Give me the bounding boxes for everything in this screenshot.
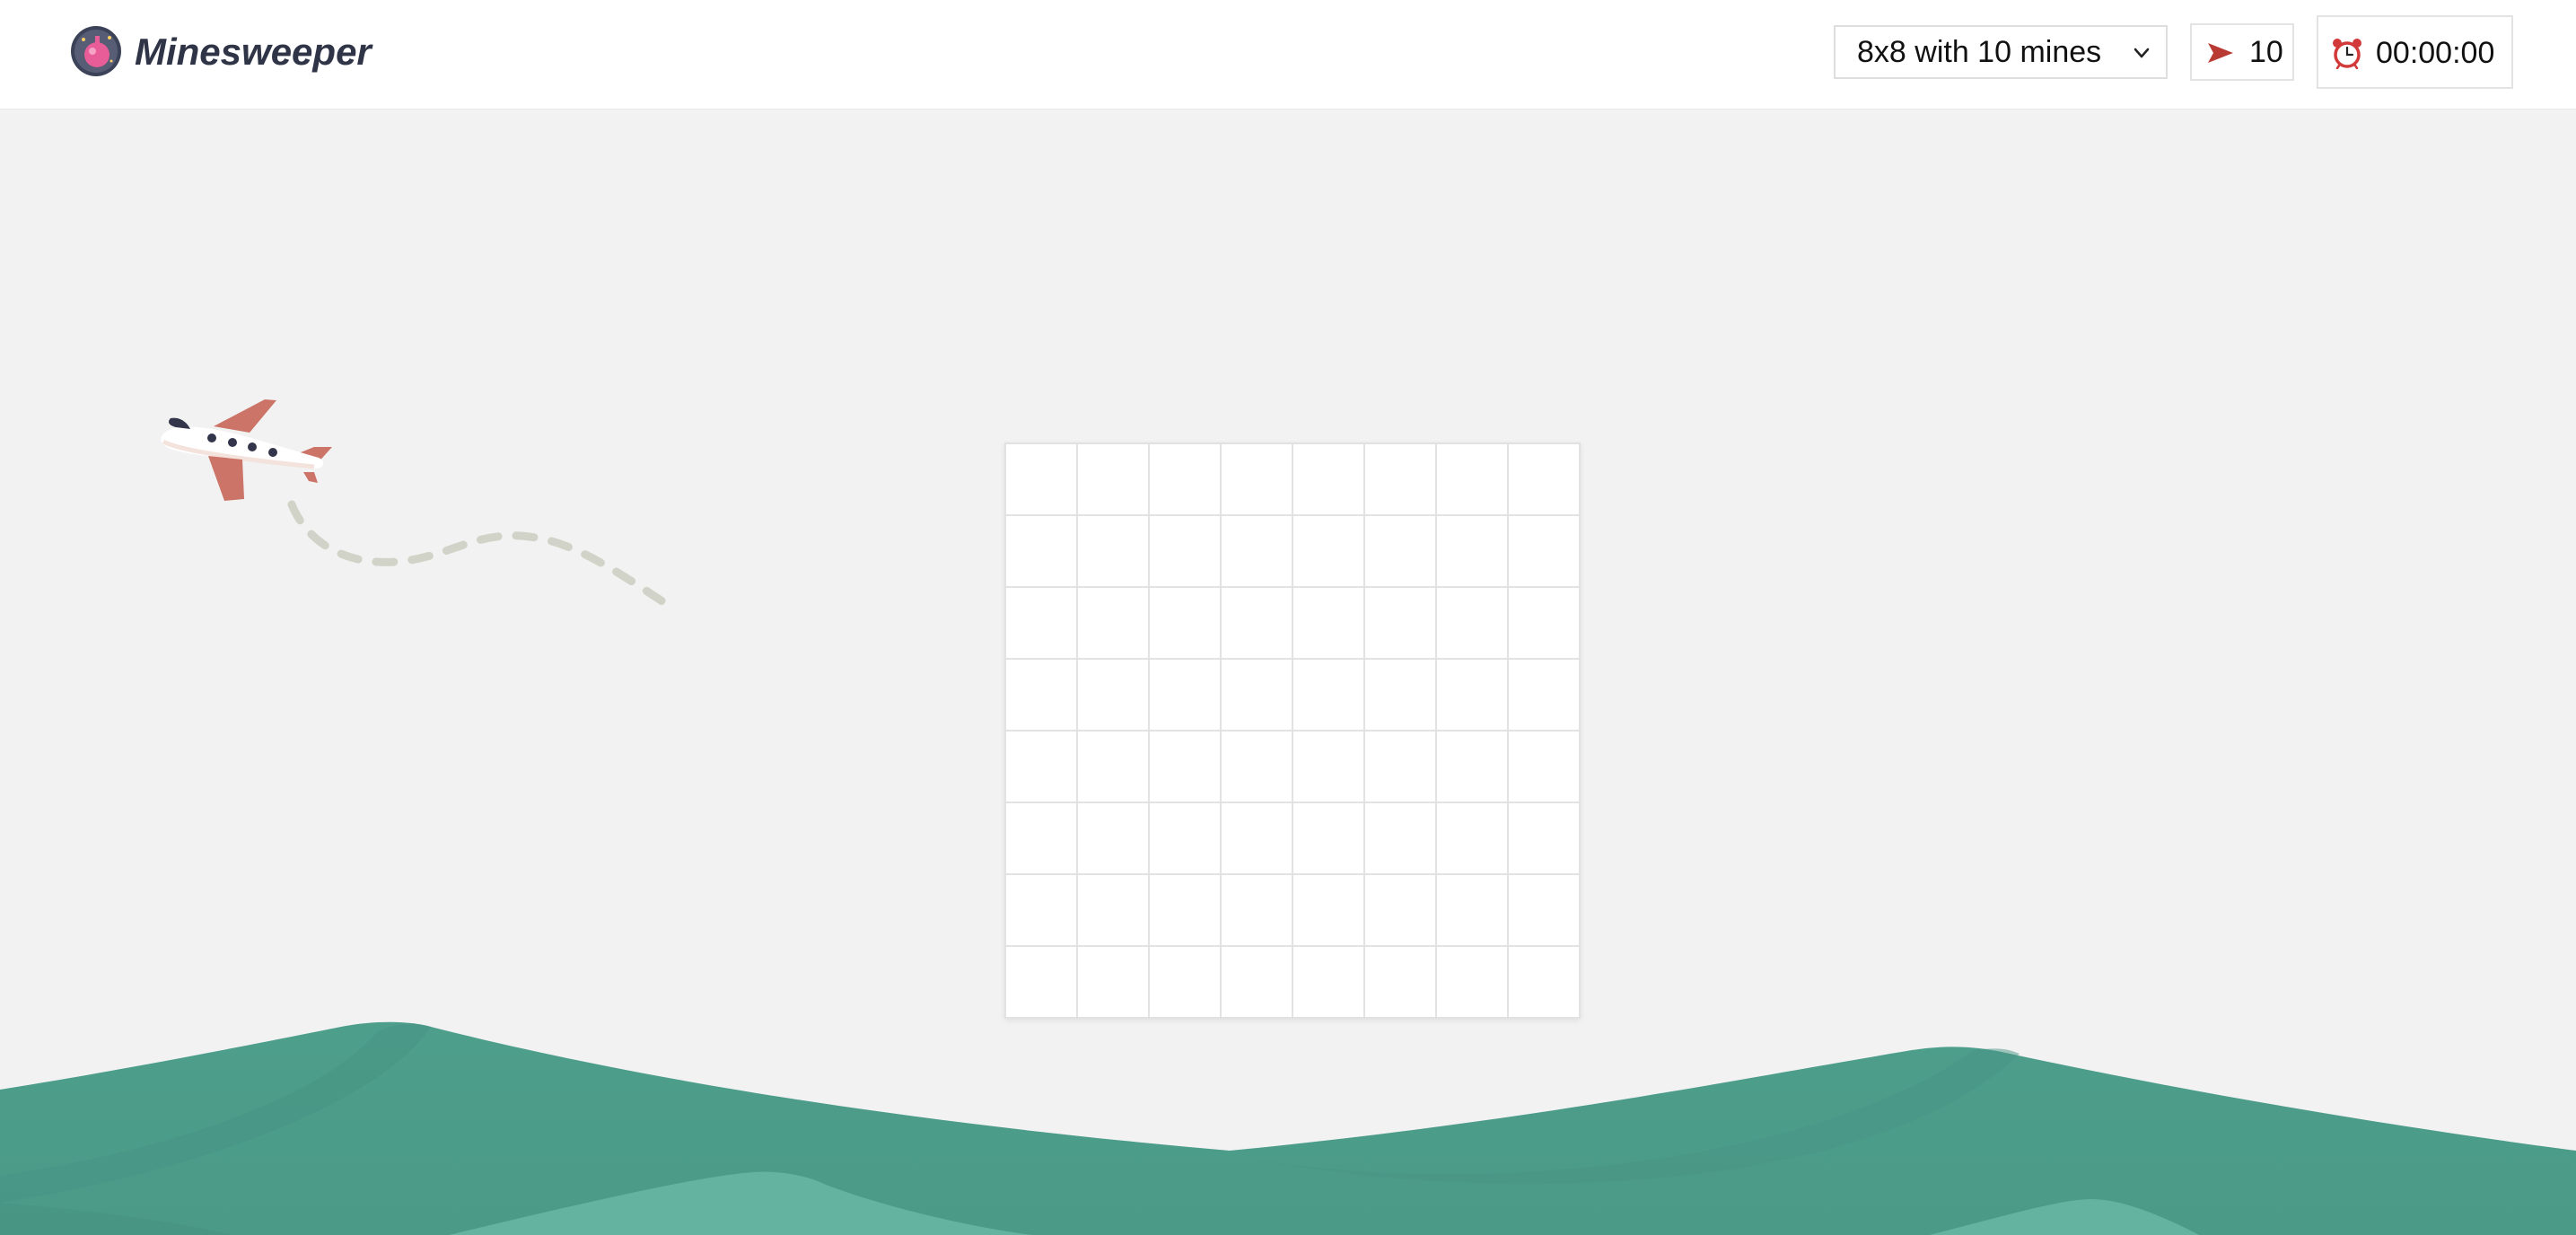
- board-cell[interactable]: [1509, 803, 1579, 873]
- board-cell[interactable]: [1509, 444, 1579, 514]
- board-cell[interactable]: [1222, 588, 1292, 658]
- board-cell[interactable]: [1006, 875, 1076, 945]
- board-cell[interactable]: [1437, 444, 1507, 514]
- board-cell[interactable]: [1078, 516, 1148, 586]
- board-cell[interactable]: [1150, 660, 1220, 730]
- board-cell[interactable]: [1365, 588, 1435, 658]
- board-cell[interactable]: [1222, 731, 1292, 801]
- chevron-down-icon: [2134, 48, 2150, 58]
- board-cell[interactable]: [1293, 731, 1363, 801]
- board-cell[interactable]: [1150, 588, 1220, 658]
- board-cell[interactable]: [1150, 731, 1220, 801]
- board-cell[interactable]: [1437, 875, 1507, 945]
- minefield-grid: [1004, 442, 1581, 1019]
- board-cell[interactable]: [1222, 875, 1292, 945]
- board-cell[interactable]: [1222, 444, 1292, 514]
- board-cell[interactable]: [1365, 803, 1435, 873]
- board-cell[interactable]: [1293, 660, 1363, 730]
- board-cell[interactable]: [1150, 516, 1220, 586]
- green-hills-illustration: [0, 1021, 2576, 1235]
- board-cell[interactable]: [1222, 660, 1292, 730]
- board-cell[interactable]: [1293, 803, 1363, 873]
- board-cell[interactable]: [1293, 516, 1363, 586]
- board-cell[interactable]: [1365, 444, 1435, 514]
- board-cell[interactable]: [1078, 588, 1148, 658]
- board-cell[interactable]: [1437, 588, 1507, 658]
- timer: 00:00:00: [2317, 15, 2513, 89]
- board-cell[interactable]: [1222, 803, 1292, 873]
- board-cell[interactable]: [1365, 516, 1435, 586]
- board-cell[interactable]: [1078, 875, 1148, 945]
- board-cell[interactable]: [1078, 731, 1148, 801]
- board-cell[interactable]: [1509, 875, 1579, 945]
- board-cell[interactable]: [1293, 875, 1363, 945]
- board-cell[interactable]: [1006, 731, 1076, 801]
- board-cell[interactable]: [1509, 516, 1579, 586]
- board-cell[interactable]: [1509, 588, 1579, 658]
- app-title: Minesweeper: [135, 31, 372, 73]
- board-cell[interactable]: [1293, 444, 1363, 514]
- flag-count: 10: [2249, 35, 2283, 69]
- board-cell[interactable]: [1365, 660, 1435, 730]
- board-cell[interactable]: [1365, 731, 1435, 801]
- board-cell[interactable]: [1509, 660, 1579, 730]
- board-cell[interactable]: [1006, 588, 1076, 658]
- board-cell[interactable]: [1293, 588, 1363, 658]
- board-cell[interactable]: [1078, 444, 1148, 514]
- board-cell[interactable]: [1078, 803, 1148, 873]
- board-cell[interactable]: [1078, 660, 1148, 730]
- bomb-logo-icon: [71, 26, 121, 76]
- difficulty-select[interactable]: 8x8 with 10 mines: [1834, 25, 2168, 79]
- difficulty-select-value: 8x8 with 10 mines: [1857, 35, 2102, 69]
- board-cell[interactable]: [1437, 731, 1507, 801]
- board-cell[interactable]: [1437, 660, 1507, 730]
- board-cell[interactable]: [1006, 803, 1076, 873]
- airplane-illustration: [161, 399, 680, 615]
- timer-value: 00:00:00: [2376, 36, 2495, 70]
- board-cell[interactable]: [1222, 516, 1292, 586]
- board-cell[interactable]: [1006, 444, 1076, 514]
- header-bar: Minesweeper 8x8 with 10 mines 10 00:00:0…: [0, 0, 2576, 109]
- flag-counter: 10: [2190, 23, 2294, 81]
- board-cell[interactable]: [1150, 875, 1220, 945]
- board-cell[interactable]: [1150, 803, 1220, 873]
- board-cell[interactable]: [1150, 444, 1220, 514]
- board-cell[interactable]: [1006, 516, 1076, 586]
- board-cell[interactable]: [1006, 660, 1076, 730]
- red-flag-icon: [2208, 43, 2233, 63]
- board-cell[interactable]: [1509, 731, 1579, 801]
- alarm-clock-icon: [2333, 39, 2361, 69]
- board-cell[interactable]: [1437, 803, 1507, 873]
- board-cell[interactable]: [1365, 875, 1435, 945]
- board-cell[interactable]: [1437, 516, 1507, 586]
